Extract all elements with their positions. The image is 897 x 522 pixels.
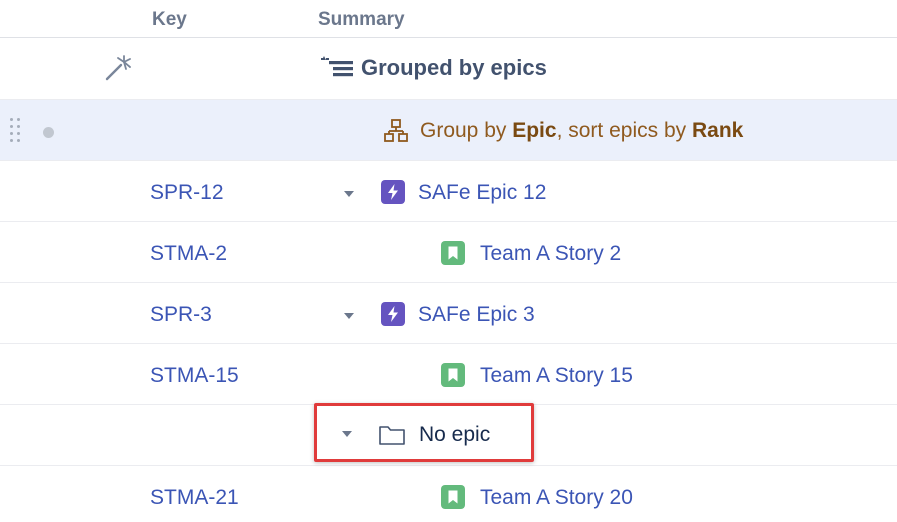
issue-key-link[interactable]: STMA-2 xyxy=(150,242,227,266)
column-header-key[interactable]: Key xyxy=(152,9,187,31)
row-status-dot xyxy=(43,127,54,138)
column-header-row: Key Summary xyxy=(0,0,897,38)
grouped-title: Grouped by epics xyxy=(361,55,547,80)
issue-key-link[interactable]: SPR-12 xyxy=(150,181,224,205)
epic-icon xyxy=(381,302,405,326)
issue-summary-link[interactable]: SAFe Epic 3 xyxy=(418,303,535,327)
hierarchy-icon xyxy=(384,119,408,143)
story-icon xyxy=(441,485,465,509)
column-header-summary[interactable]: Summary xyxy=(318,9,405,31)
group-rule-row[interactable]: Group by Epic, sort epics by Rank xyxy=(0,100,897,161)
issue-summary-link[interactable]: Team A Story 15 xyxy=(480,364,633,388)
issue-row[interactable]: STMA-15 Team A Story 15 xyxy=(0,344,897,405)
group-field: Epic xyxy=(512,119,557,142)
wand-icon[interactable] xyxy=(104,54,134,82)
issue-key-link[interactable]: STMA-21 xyxy=(150,486,239,510)
issue-summary-link[interactable]: Team A Story 2 xyxy=(480,242,621,266)
expand-caret-icon[interactable] xyxy=(344,313,354,319)
issue-summary-link[interactable]: Team A Story 20 xyxy=(480,486,633,510)
issue-row[interactable]: STMA-21 Team A Story 20 xyxy=(0,466,897,522)
issue-row[interactable]: STMA-2 Team A Story 2 xyxy=(0,222,897,283)
issue-summary-link[interactable]: SAFe Epic 12 xyxy=(418,181,546,205)
sort-field: Rank xyxy=(691,119,744,142)
story-icon xyxy=(441,241,465,265)
epic-icon xyxy=(381,180,405,204)
group-rule-text: Group by Epic, sort epics by Rank xyxy=(420,119,744,142)
grouping-icon xyxy=(320,55,354,79)
expand-caret-icon[interactable] xyxy=(344,191,354,197)
generator-row[interactable]: Grouped by epics xyxy=(0,38,897,100)
structure-grid: Key Summary Grouped by epics Group by Ep… xyxy=(0,0,897,522)
issue-key-link[interactable]: STMA-15 xyxy=(150,364,239,388)
story-icon xyxy=(441,363,465,387)
highlight-annotation xyxy=(314,403,534,462)
issue-row[interactable]: SPR-12 SAFe Epic 12 xyxy=(0,161,897,222)
issue-key-link[interactable]: SPR-3 xyxy=(150,303,212,327)
drag-handle-icon[interactable] xyxy=(10,118,22,146)
issue-row[interactable]: SPR-3 SAFe Epic 3 xyxy=(0,283,897,344)
